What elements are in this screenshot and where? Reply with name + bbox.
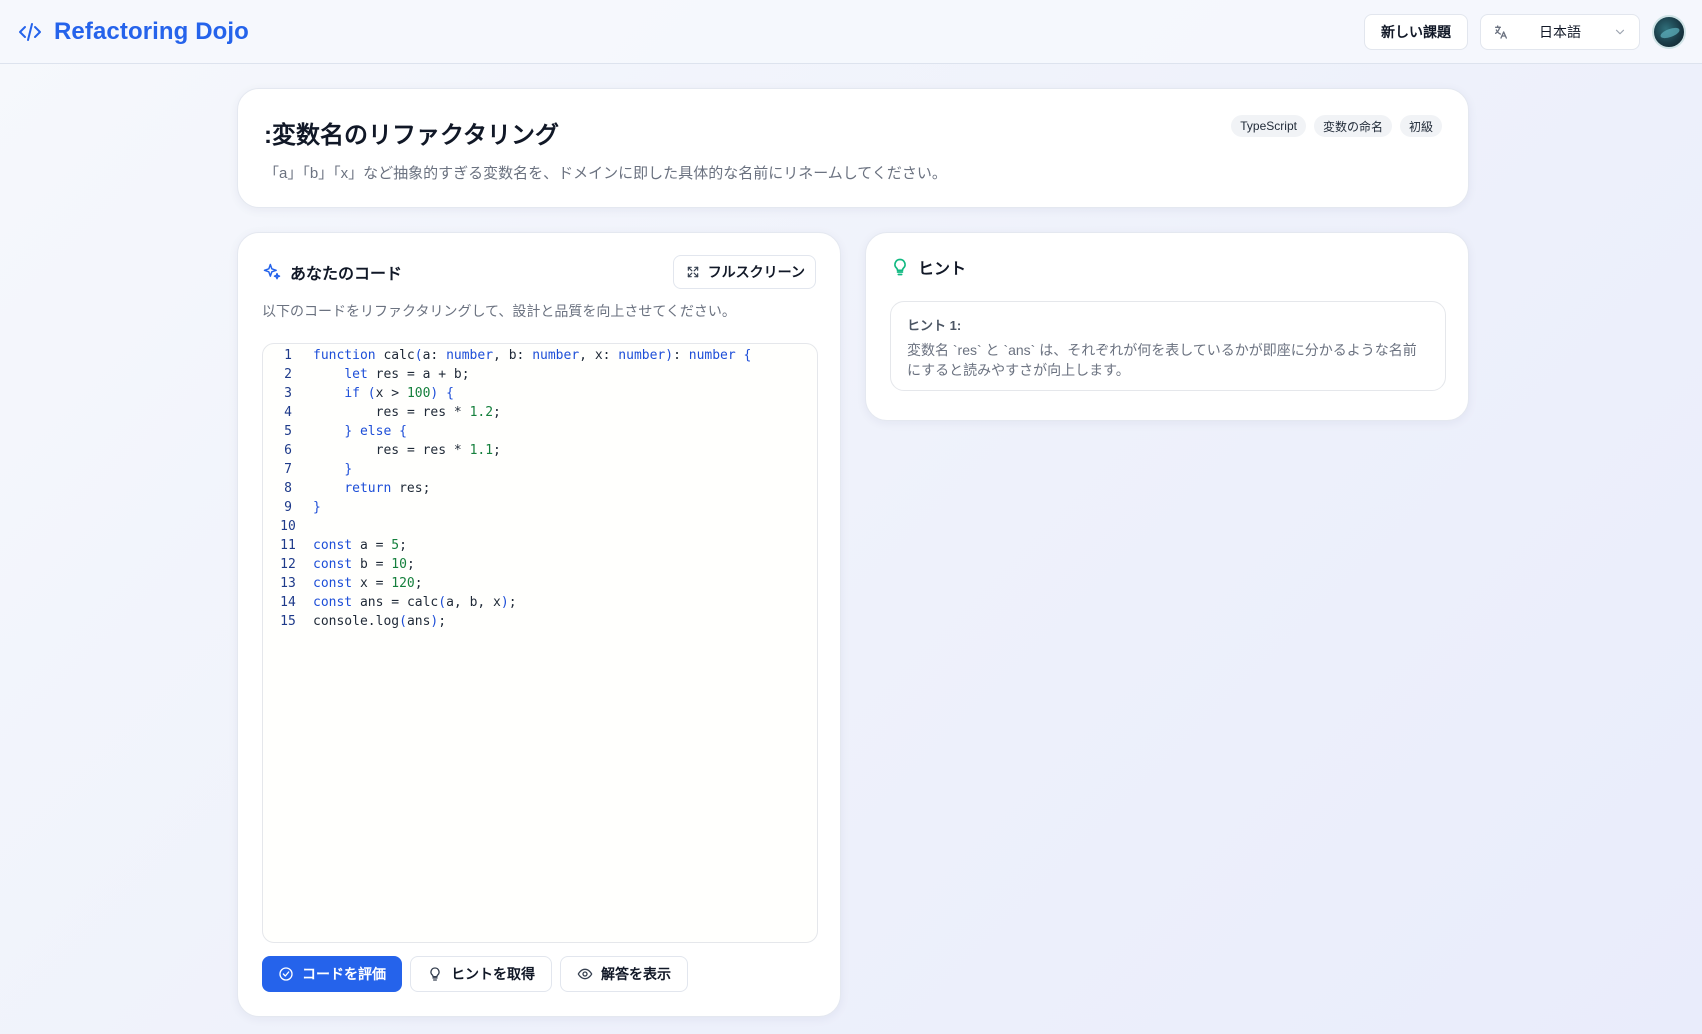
check-circle-icon xyxy=(278,966,294,982)
evaluate-label: コードを評価 xyxy=(302,966,386,982)
line-number: 10 xyxy=(280,519,296,534)
code-line: 11 const a = 5; xyxy=(263,536,817,555)
code-text: if (x > 100) { xyxy=(344,386,454,401)
language-select[interactable]: 日本語 xyxy=(1480,13,1640,50)
code-line: 13 const x = 120; xyxy=(263,574,817,593)
line-number: 14 xyxy=(280,595,296,610)
line-number: 3 xyxy=(284,386,292,401)
code-text: } xyxy=(313,500,321,515)
code-text: } xyxy=(344,462,353,477)
line-number: 9 xyxy=(284,500,292,515)
hint-panel-title: ヒント xyxy=(918,261,967,278)
brand[interactable]: Refactoring Dojo xyxy=(18,18,249,46)
show-answer-label: 解答を表示 xyxy=(601,966,671,982)
code-line: 2 let res = a + b; xyxy=(263,365,817,384)
sparkles-icon xyxy=(262,262,282,282)
code-text: const a = 5; xyxy=(313,538,407,553)
code-text: function calc(a: number, b: number, x: n… xyxy=(313,348,752,363)
hint-panel: ヒント ヒント 1: 変数名 `res` と `ans` は、それぞれが何を表し… xyxy=(865,232,1469,421)
fullscreen-label: フルスクリーン xyxy=(707,264,805,280)
line-number: 11 xyxy=(280,538,296,553)
new-task-button[interactable]: 新しい課題 xyxy=(1364,13,1468,50)
expand-icon xyxy=(686,265,700,279)
line-number: 2 xyxy=(284,367,292,382)
line-number: 1 xyxy=(284,348,292,363)
fullscreen-button[interactable]: フルスクリーン xyxy=(672,255,816,289)
code-line: 10 xyxy=(263,517,817,536)
top-bar: Refactoring Dojo 新しい課題 日本語 xyxy=(0,0,1702,64)
avatar[interactable] xyxy=(1652,14,1686,49)
line-number: 7 xyxy=(284,462,292,477)
code-line: 9} xyxy=(263,498,817,517)
hint-label: ヒント 1: xyxy=(907,318,962,333)
tag-level: 初級 xyxy=(1399,115,1442,137)
language-value: 日本語 xyxy=(1539,23,1581,40)
tag-language: TypeScript xyxy=(1231,115,1306,137)
eye-icon xyxy=(577,966,593,982)
code-line: 4 res = res * 1.2; xyxy=(263,403,817,422)
line-number: 15 xyxy=(280,614,296,629)
code-line: 1 function calc(a: number, b: number, x: … xyxy=(263,346,817,365)
line-number: 13 xyxy=(280,576,296,591)
task-title: :変数名のリファクタリング xyxy=(264,122,560,149)
line-number: 4 xyxy=(284,405,292,420)
code-text: console.log(ans); xyxy=(313,614,447,629)
code-line: 12 const b = 10; xyxy=(263,555,817,574)
evaluate-code-button[interactable]: コードを評価 xyxy=(262,956,402,992)
chevron-down-icon xyxy=(1613,25,1627,39)
hint-item: ヒント 1: 変数名 `res` と `ans` は、それぞれが何を表しているか… xyxy=(890,301,1446,391)
code-line: 8 return res; xyxy=(263,479,817,498)
code-text: const b = 10; xyxy=(313,557,415,572)
code-text: const x = 120; xyxy=(313,576,423,591)
code-icon xyxy=(18,20,42,44)
line-number: 12 xyxy=(280,557,296,572)
task-card: :変数名のリファクタリング TypeScript 変数の命名 初級 「a」「b」… xyxy=(237,88,1469,208)
code-line: 15 console.log(ans); xyxy=(263,612,817,631)
hint-text: 変数名 `res` と `ans` は、それぞれが何を表しているかが即座に分かる… xyxy=(907,342,1417,378)
code-editor[interactable]: 1 function calc(a: number, b: number, x: … xyxy=(262,343,818,943)
code-line: 3 if (x > 100) { xyxy=(263,384,817,403)
tag-list: TypeScript 変数の命名 初級 xyxy=(1231,115,1442,137)
code-line: 7 } xyxy=(263,460,817,479)
code-line: 6 res = res * 1.1; xyxy=(263,441,817,460)
show-answer-button[interactable]: 解答を表示 xyxy=(560,956,688,992)
code-text: const ans = calc(a, b, x); xyxy=(313,595,517,610)
lightbulb-icon xyxy=(427,966,443,982)
translate-icon xyxy=(1493,24,1509,40)
code-panel-subtitle: 以下のコードをリファクタリングして、設計と品質を向上させてください。 xyxy=(262,303,736,319)
get-hint-label: ヒントを取得 xyxy=(451,966,535,982)
lightbulb-icon xyxy=(890,257,910,277)
tag-topic: 変数の命名 xyxy=(1313,115,1392,137)
code-line: 5 } else { xyxy=(263,422,817,441)
app-title: Refactoring Dojo xyxy=(54,17,249,45)
line-number: 5 xyxy=(284,424,292,439)
code-text: res = res * 1.2; xyxy=(375,405,501,420)
task-description: 「a」「b」「x」など抽象的すぎる変数名を、ドメインに即した具体的な名前にリネー… xyxy=(264,165,947,182)
line-number: 6 xyxy=(284,443,292,458)
get-hint-button[interactable]: ヒントを取得 xyxy=(410,956,552,992)
line-number: 8 xyxy=(284,481,292,496)
code-text: return res; xyxy=(344,481,431,496)
code-panel: あなたのコード フルスクリーン 以下のコードをリファクタリングして、設計と品質を… xyxy=(237,232,841,1017)
code-text: let res = a + b; xyxy=(344,367,470,382)
code-line: 14 const ans = calc(a, b, x); xyxy=(263,593,817,612)
code-text: res = res * 1.1; xyxy=(375,443,501,458)
code-text: } else { xyxy=(344,424,407,439)
code-panel-title: あなたのコード xyxy=(290,266,403,283)
